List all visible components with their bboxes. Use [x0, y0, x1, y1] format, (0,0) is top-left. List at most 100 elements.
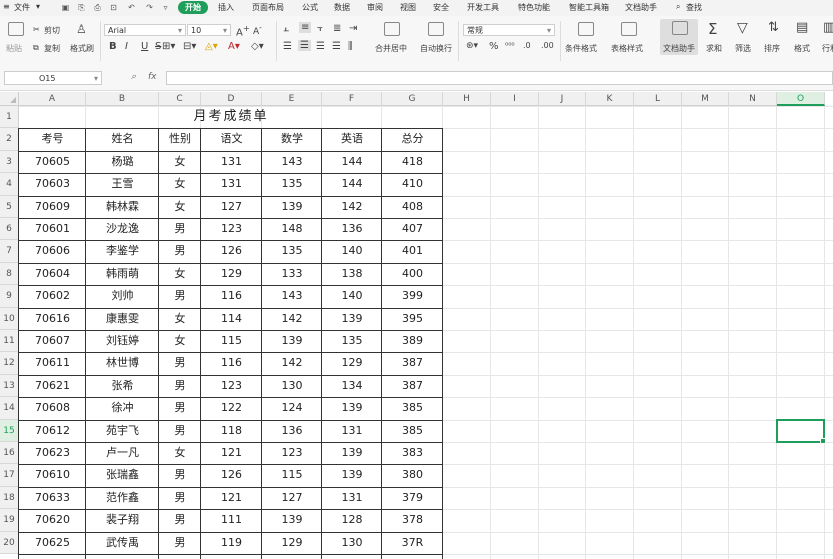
table-cell[interactable]: 130: [322, 532, 382, 554]
export-icon[interactable]: ⎘: [77, 3, 86, 12]
table-header-cell[interactable]: 考号: [19, 128, 86, 150]
tab-insert[interactable]: 插入: [218, 2, 234, 13]
sort-button[interactable]: 排序: [764, 43, 780, 54]
table-cell[interactable]: 女: [159, 196, 201, 218]
sum-icon[interactable]: Σ: [708, 20, 717, 38]
table-style-icon[interactable]: [621, 22, 637, 36]
sum-button[interactable]: 求和: [706, 43, 722, 54]
table-cell[interactable]: 135: [262, 240, 322, 262]
search-icon[interactable]: ⌕: [676, 2, 680, 12]
table-cell[interactable]: 135: [322, 330, 382, 352]
row-header-8[interactable]: 8: [0, 262, 19, 286]
selected-cell[interactable]: [776, 418, 826, 444]
bold-icon[interactable]: B: [109, 41, 117, 52]
table-cell[interactable]: 128: [322, 509, 382, 531]
table-cell[interactable]: 130: [262, 375, 322, 397]
column-header-i[interactable]: I: [491, 92, 539, 106]
increase-font-icon[interactable]: A+: [236, 23, 250, 38]
format-icon[interactable]: ▤: [796, 20, 808, 35]
table-cell[interactable]: 70606: [19, 240, 86, 262]
table-cell[interactable]: 男: [159, 285, 201, 307]
table-cell[interactable]: 70608: [19, 397, 86, 419]
table-cell[interactable]: 男: [159, 397, 201, 419]
table-cell[interactable]: 刘钰婷: [86, 330, 159, 352]
tab-smart-toolbox[interactable]: 智能工具箱: [569, 2, 609, 13]
tab-view[interactable]: 视图: [400, 2, 416, 13]
column-header-d[interactable]: D: [201, 92, 262, 106]
select-all-corner[interactable]: [0, 92, 19, 106]
table-cell[interactable]: 418: [382, 151, 443, 173]
table-cell[interactable]: 70611: [19, 352, 86, 374]
distribute-icon[interactable]: ⫼: [348, 41, 353, 52]
cell-style-icon[interactable]: ⊟▾: [183, 41, 196, 52]
currency-icon[interactable]: ⊛▾: [466, 41, 478, 51]
menu-file[interactable]: 文件: [14, 2, 30, 13]
zoom-icon[interactable]: ⌕: [131, 72, 136, 82]
table-cell[interactable]: 126: [201, 240, 262, 262]
table-cell[interactable]: 男: [159, 464, 201, 486]
table-cell[interactable]: 139: [322, 464, 382, 486]
column-header-j[interactable]: J: [539, 92, 586, 106]
column-header-n[interactable]: N: [729, 92, 777, 106]
table-cell[interactable]: 139: [322, 397, 382, 419]
table-cell[interactable]: 女: [159, 151, 201, 173]
save-icon[interactable]: ▣: [61, 3, 70, 12]
undo-icon[interactable]: ↶: [127, 3, 136, 12]
table-cell[interactable]: 70621: [19, 375, 86, 397]
table-cell[interactable]: 男: [159, 532, 201, 554]
table-cell[interactable]: 徐冲: [86, 397, 159, 419]
font-name-select[interactable]: Arial ▾: [104, 24, 186, 36]
align-bottom-icon[interactable]: ⫟: [317, 23, 323, 34]
table-cell[interactable]: 114: [201, 308, 262, 330]
column-header-l[interactable]: L: [634, 92, 682, 106]
row-header-5[interactable]: 5: [0, 195, 19, 218]
tab-special-features[interactable]: 特色功能: [518, 2, 550, 13]
table-header-cell[interactable]: 数学: [262, 128, 322, 150]
table-cell[interactable]: 韩雨萌: [86, 263, 159, 285]
table-cell[interactable]: 131: [201, 173, 262, 195]
table-cell[interactable]: 韩林霖: [86, 196, 159, 218]
row-header-2[interactable]: 2: [0, 128, 19, 151]
row-col-icon[interactable]: ▥: [823, 20, 833, 35]
customize-icon[interactable]: ▿: [161, 3, 170, 12]
table-cell[interactable]: 129: [322, 352, 382, 374]
table-cell[interactable]: 武传禹: [86, 532, 159, 554]
table-cell[interactable]: 378: [382, 509, 443, 531]
table-cell[interactable]: 女: [159, 330, 201, 352]
table-cell[interactable]: 148: [262, 218, 322, 240]
table-cell[interactable]: 沙龙逸: [86, 218, 159, 240]
justify-icon[interactable]: ☰: [332, 41, 341, 52]
table-cell[interactable]: 401: [382, 240, 443, 262]
column-header-e[interactable]: E: [262, 92, 322, 106]
table-cell[interactable]: 144: [322, 173, 382, 195]
table-cell[interactable]: 144: [322, 151, 382, 173]
decrease-font-icon[interactable]: A-: [253, 23, 262, 37]
sort-icon[interactable]: ⇅: [768, 20, 779, 35]
table-cell[interactable]: 389: [382, 330, 443, 352]
paste-button[interactable]: 粘贴: [6, 43, 22, 54]
search-button[interactable]: 查找: [686, 2, 702, 13]
table-cell[interactable]: 女: [159, 442, 201, 464]
table-cell[interactable]: 张瑞鑫: [86, 464, 159, 486]
table-cell[interactable]: 女: [159, 173, 201, 195]
table-cell[interactable]: 407: [382, 218, 443, 240]
table-cell[interactable]: 131: [322, 420, 382, 442]
table-cell[interactable]: 70603: [19, 173, 86, 195]
row-header-19[interactable]: 19: [0, 509, 19, 532]
row-header-9[interactable]: 9: [0, 285, 19, 308]
sheet-title[interactable]: 月考成绩单: [19, 106, 443, 128]
table-cell[interactable]: 刘帅: [86, 285, 159, 307]
table-cell[interactable]: 121: [201, 487, 262, 509]
copy-button[interactable]: 复制: [44, 43, 60, 54]
column-header-g[interactable]: G: [382, 92, 443, 106]
align-top-icon[interactable]: ⫠: [283, 23, 289, 34]
row-header-12[interactable]: 12: [0, 352, 19, 375]
table-header-cell[interactable]: 英语: [322, 128, 382, 150]
row-header-3[interactable]: 3: [0, 150, 19, 174]
table-cell[interactable]: 129: [262, 532, 322, 554]
column-header-c[interactable]: C: [159, 92, 201, 106]
table-cell[interactable]: 115: [201, 330, 262, 352]
copy-icon[interactable]: ⧉: [33, 43, 39, 53]
fill-color-icon[interactable]: ◬▾: [205, 41, 218, 52]
row-header-13[interactable]: 13: [0, 374, 19, 398]
